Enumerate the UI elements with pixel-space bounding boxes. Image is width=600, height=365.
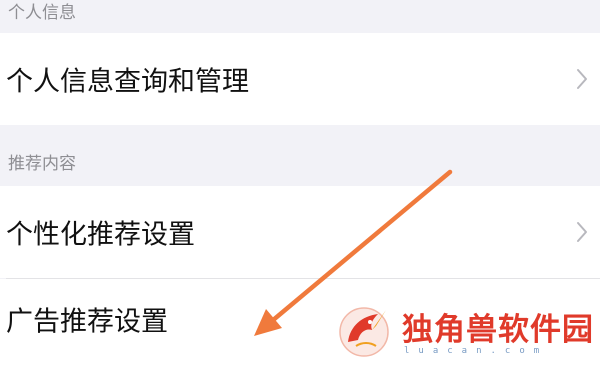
watermark-url: luacan.com <box>404 346 549 356</box>
section-header-personal-info: 个人信息 <box>0 0 600 30</box>
section-header-label: 推荐内容 <box>8 154 76 174</box>
watermark-brand: 独角兽软件园 <box>402 312 594 348</box>
row-personal-info-manage[interactable]: 个人信息查询和管理 <box>0 33 600 125</box>
row-label: 个性化推荐设置 <box>6 219 195 251</box>
chevron-right-icon <box>577 222 587 242</box>
watermark: 独角兽软件园 luacan.com <box>332 296 600 365</box>
row-personalized-recommend[interactable]: 个性化推荐设置 <box>0 186 600 278</box>
chevron-right-icon <box>577 69 587 89</box>
row-label: 广告推荐设置 <box>6 306 168 338</box>
section-header-recommend: 推荐内容 <box>0 144 600 184</box>
unicorn-logo-icon <box>339 307 389 357</box>
section-header-label: 个人信息 <box>8 3 76 23</box>
row-label: 个人信息查询和管理 <box>6 66 249 98</box>
